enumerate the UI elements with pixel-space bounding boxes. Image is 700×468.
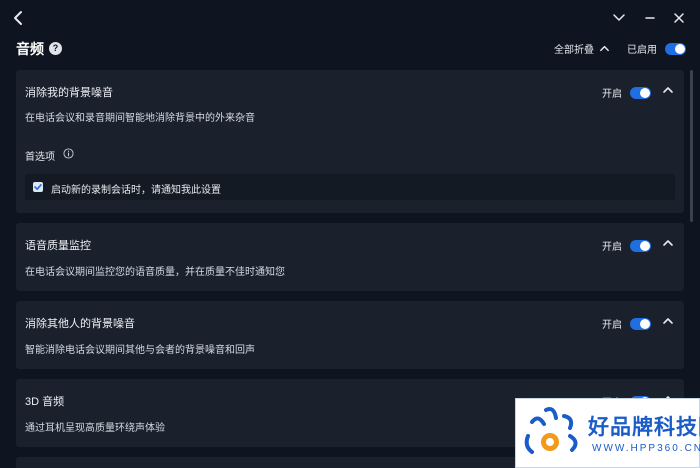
section-switch: 开启 <box>602 238 651 253</box>
watermark: 好品牌科技网 WWW.HPP360.CN <box>515 398 700 468</box>
switch-label: 开启 <box>602 89 622 100</box>
section-toggle[interactable] <box>630 317 651 330</box>
back-arrow-icon[interactable] <box>10 9 28 27</box>
chevron-down-icon[interactable] <box>611 10 627 26</box>
preference-option-row: 启动新的录制会话时，请通知我此设置 <box>25 174 675 200</box>
section-description: 通过耳机呈现高质量环绕声体验 <box>25 423 165 434</box>
switch-label: 开启 <box>602 242 622 253</box>
enabled-label: 已启用 <box>627 45 657 56</box>
section-description: 智能消除电话会议期间其他与会者的背景噪音和回声 <box>25 345 255 356</box>
section-title: 语音质量监控 <box>25 240 91 252</box>
info-icon[interactable] <box>63 148 74 159</box>
close-icon[interactable] <box>671 10 687 26</box>
watermark-url: WWW.HPP360.CN <box>592 443 700 454</box>
help-icon[interactable]: ? <box>49 42 62 55</box>
minimize-icon[interactable] <box>642 10 658 26</box>
section-switch: 开启 <box>602 85 651 100</box>
master-toggle[interactable] <box>665 42 686 55</box>
checkmark-icon <box>34 184 42 190</box>
master-enable: 已启用 <box>627 41 686 56</box>
section-suppress-others-noise: 消除其他人的背景噪音 开启 智能消除电话会议期间其他与会者的背景噪音和回声 <box>16 301 684 369</box>
collapse-all-button[interactable]: 全部折叠 <box>554 41 610 56</box>
notify-option-label: 启动新的录制会话时，请通知我此设置 <box>51 185 221 196</box>
section-toggle[interactable] <box>630 86 651 99</box>
chevron-up-icon[interactable] <box>662 237 674 249</box>
chevron-up-icon[interactable] <box>662 84 674 96</box>
watermark-logo-icon <box>524 407 578 454</box>
page-header: 音频 ? 全部折叠 已启用 <box>0 36 700 64</box>
section-description: 在电话会议期间监控您的语音质量，并在质量不佳时通知您 <box>25 267 285 278</box>
switch-label: 开启 <box>602 320 622 331</box>
page-title: 音频 <box>16 41 44 57</box>
section-voice-quality: 语音质量监控 开启 在电话会议期间监控您的语音质量，并在质量不佳时通知您 <box>16 223 684 291</box>
scrollbar[interactable] <box>690 70 693 222</box>
section-suppress-my-noise: 消除我的背景噪音 开启 在电话会议和录音期间智能地消除背景中的外来杂音 首选项 … <box>16 70 684 213</box>
collapse-all-label: 全部折叠 <box>554 45 594 56</box>
section-toggle[interactable] <box>630 239 651 252</box>
notify-checkbox[interactable] <box>33 182 43 192</box>
chevron-up-icon <box>600 45 609 52</box>
section-description: 在电话会议和录音期间智能地消除背景中的外来杂音 <box>25 113 255 124</box>
title-bar <box>0 0 700 36</box>
watermark-brand: 好品牌科技网 <box>588 416 700 439</box>
section-switch: 开启 <box>602 316 651 331</box>
section-title: 3D 音频 <box>25 396 65 408</box>
section-title: 消除其他人的背景噪音 <box>25 318 135 330</box>
chevron-up-icon[interactable] <box>662 315 674 327</box>
preferences-label: 首选项 <box>25 152 55 163</box>
section-title: 消除我的背景噪音 <box>25 87 113 99</box>
